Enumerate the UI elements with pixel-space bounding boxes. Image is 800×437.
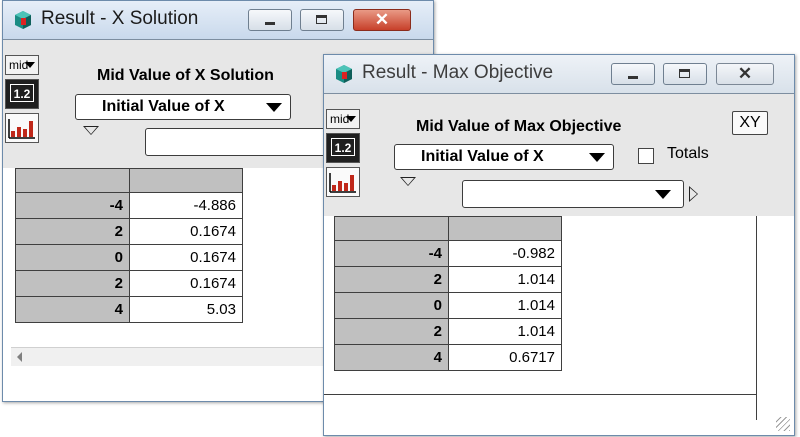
row-index-selector[interactable] [83, 126, 99, 135]
app-icon [334, 64, 354, 84]
index-dropdown[interactable]: Initial Value of X [394, 144, 614, 170]
row-index-selector[interactable] [400, 177, 416, 186]
graph-view-button[interactable] [5, 113, 39, 143]
index-cell: -4 [15, 192, 130, 219]
close-icon: ✕ [374, 10, 390, 29]
xy-button[interactable]: XY [732, 111, 768, 135]
table-bottom-divider [324, 394, 756, 395]
table-row: 4 5.03 [15, 296, 243, 323]
mid-selector[interactable]: mid [5, 55, 39, 75]
index-header-cell [334, 216, 449, 241]
mid-selector[interactable]: mid [326, 109, 360, 129]
index-cell: -4 [334, 240, 449, 267]
chevron-down-icon [655, 190, 671, 199]
value-cell[interactable]: 5.03 [129, 296, 243, 323]
bar-chart-icon [8, 119, 35, 139]
chevron-down-icon [589, 153, 605, 162]
index-cell: 0 [334, 292, 449, 319]
graph-view-button[interactable] [326, 167, 360, 197]
table-view-button[interactable]: 1.2 [326, 133, 360, 163]
bar-chart-icon [329, 173, 356, 193]
value-cell[interactable]: 1.014 [448, 318, 562, 345]
number-format-label: 1.2 [331, 138, 355, 156]
result-heading: Mid Value of X Solution [97, 67, 274, 84]
index-dropdown-label: Initial Value of X [102, 98, 225, 115]
table-header-row [334, 216, 562, 241]
table-row: -4 -0.982 [334, 240, 562, 267]
table-row: 4 0.6717 [334, 344, 562, 371]
maximize-button[interactable] [300, 9, 344, 31]
result-table: -4 -0.982 2 1.014 0 1.014 2 1.014 4 0.67… [334, 216, 562, 371]
close-button[interactable]: ✕ [716, 63, 774, 85]
totals-checkbox[interactable] [638, 148, 654, 164]
chevron-down-icon [25, 62, 35, 68]
close-icon: ✕ [737, 64, 753, 83]
table-row: 2 0.1674 [15, 270, 243, 297]
index-dropdown-label: Initial Value of X [421, 148, 544, 165]
value-cell[interactable]: 1.014 [448, 266, 562, 293]
table-row: 0 0.1674 [15, 244, 243, 271]
window-client: mid 1.2 Mid Value of Max Objective XY In… [324, 93, 794, 435]
table-row: 2 1.014 [334, 266, 562, 293]
maximize-icon [316, 15, 327, 24]
resize-grip-icon[interactable] [776, 417, 790, 431]
value-cell[interactable]: 0.6717 [448, 344, 562, 371]
result-heading: Mid Value of Max Objective [416, 118, 622, 135]
value-cell[interactable]: 0.1674 [129, 218, 243, 245]
value-cell[interactable]: -4.886 [129, 192, 243, 219]
table-view-button[interactable]: 1.2 [5, 79, 39, 109]
index-cell: 2 [334, 318, 449, 345]
app-icon [13, 10, 33, 30]
maximize-icon [679, 69, 690, 78]
table-row: -4 -4.886 [15, 192, 243, 219]
index-dropdown[interactable]: Initial Value of X [75, 94, 291, 120]
table-row: 2 1.014 [334, 318, 562, 345]
value-cell[interactable]: -0.982 [448, 240, 562, 267]
value-cell[interactable]: 0.1674 [129, 270, 243, 297]
index-cell: 2 [15, 218, 130, 245]
minimize-button[interactable] [611, 63, 655, 85]
window-title: Result - X Solution [41, 8, 199, 29]
totals-label: Totals [667, 145, 709, 162]
index-cell: 2 [334, 266, 449, 293]
table-right-divider [756, 216, 757, 420]
scroll-left-icon[interactable] [17, 352, 22, 362]
column-index-combo[interactable] [462, 180, 684, 208]
value-header-cell [129, 168, 243, 193]
value-cell[interactable]: 0.1674 [129, 244, 243, 271]
index-header-cell [15, 168, 130, 193]
number-format-label: 1.2 [10, 84, 34, 102]
result-table: -4 -4.886 2 0.1674 0 0.1674 2 0.1674 4 5… [15, 168, 243, 323]
index-cell: 0 [15, 244, 130, 271]
table-row: 0 1.014 [334, 292, 562, 319]
index-cell: 4 [15, 296, 130, 323]
index-cell: 2 [15, 270, 130, 297]
table-header-row [15, 168, 243, 193]
minimize-icon [265, 22, 275, 25]
table-row: 2 0.1674 [15, 218, 243, 245]
chevron-down-icon [266, 103, 282, 112]
title-bar[interactable]: Result - Max Objective ✕ [324, 55, 794, 93]
window-max-objective: Result - Max Objective ✕ mid 1.2 Mid Val… [323, 54, 795, 436]
minimize-button[interactable] [248, 9, 292, 31]
minimize-icon [628, 76, 638, 79]
column-index-selector[interactable] [689, 186, 698, 202]
chevron-down-icon [346, 116, 356, 122]
close-button[interactable]: ✕ [353, 9, 411, 31]
index-cell: 4 [334, 344, 449, 371]
window-title: Result - Max Objective [362, 62, 554, 83]
maximize-button[interactable] [663, 63, 707, 85]
title-bar[interactable]: Result - X Solution ✕ [3, 1, 433, 39]
value-cell[interactable]: 1.014 [448, 292, 562, 319]
value-header-cell [448, 216, 562, 241]
